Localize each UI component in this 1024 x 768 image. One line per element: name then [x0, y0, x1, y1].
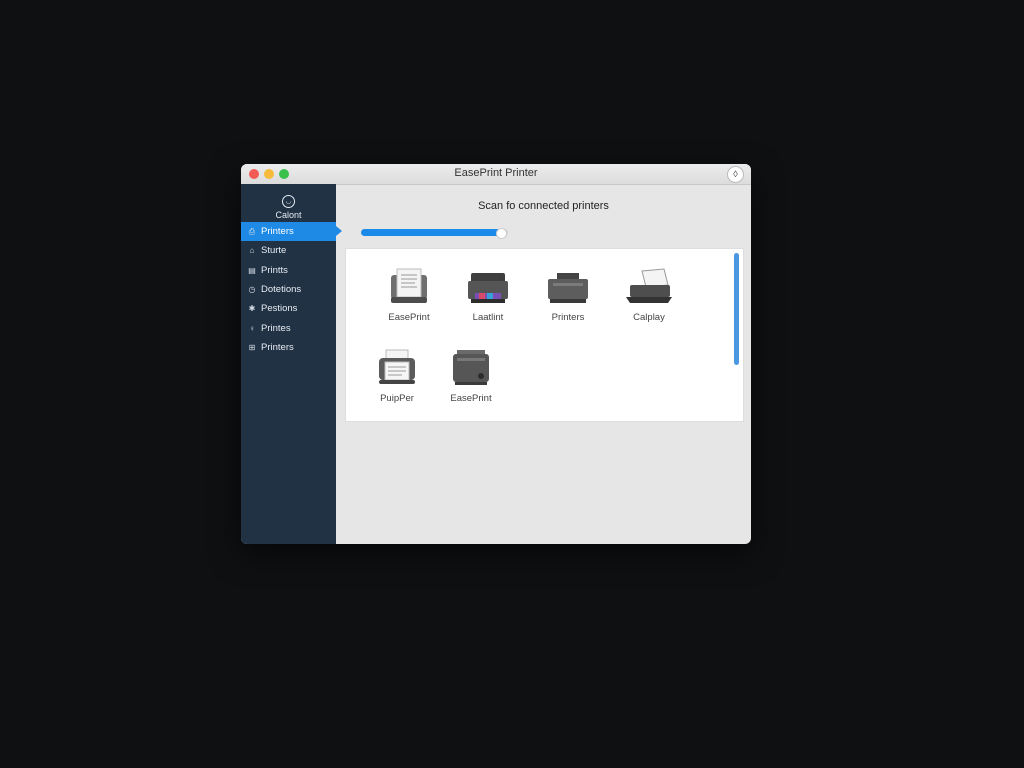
- account-label: Calont: [275, 210, 302, 220]
- progress-fill: [361, 229, 501, 236]
- account-section[interactable]: ◡ Calont: [241, 184, 336, 222]
- printer-label: EasePrint: [388, 312, 430, 323]
- window-title: EasePrint Printer: [454, 167, 538, 179]
- scanner-printer-icon: [626, 268, 672, 303]
- grid-icon: ⊞: [248, 342, 256, 352]
- laser-printer-icon: [548, 273, 588, 303]
- printer-tile[interactable]: PuipPer: [362, 348, 432, 404]
- star-icon: ✱: [248, 304, 256, 314]
- main-content: Scan fo connected printers EasePrint Laa…: [336, 184, 751, 544]
- printer-tile[interactable]: Laatlint: [453, 267, 523, 323]
- printer-grid: EasePrint Laatlint Printers Calplay Puip…: [345, 248, 744, 422]
- printer-icon: ⎙: [248, 227, 256, 237]
- printer-tile[interactable]: EasePrint: [374, 267, 444, 323]
- sidebar-item-label: Printes: [261, 322, 291, 334]
- inkjet-printer-icon: [468, 273, 508, 303]
- printer-tile[interactable]: Printers: [533, 267, 603, 323]
- scan-heading: Scan fo connected printers: [478, 200, 609, 212]
- progress-knob[interactable]: [495, 228, 507, 239]
- info-icon[interactable]: ◊: [727, 166, 744, 183]
- sidebar-item-label: Pestions: [261, 303, 298, 315]
- printer-tile[interactable]: EasePrint: [436, 348, 506, 404]
- document-icon: ▤: [248, 265, 256, 275]
- sidebar-item-label: Dotetions: [261, 284, 302, 296]
- printer-paper-icon: [379, 349, 415, 384]
- printer-label: EasePrint: [450, 393, 492, 404]
- printer-label: Calplay: [633, 312, 665, 323]
- title-bar: EasePrint Printer ◊: [241, 164, 751, 185]
- sidebar-item-sturte[interactable]: ⌂ Sturte: [241, 241, 336, 260]
- printer-label: Laatlint: [472, 312, 504, 323]
- office-printer-icon: [453, 350, 489, 385]
- sidebar-item-printers-list[interactable]: ⊞ Printers: [241, 338, 336, 357]
- printer-document-icon: [391, 268, 427, 303]
- app-window: EasePrint Printer ◊ ◡ Calont ⎙ Printers …: [241, 164, 751, 544]
- sidebar-item-printes[interactable]: ♀ Printes: [241, 318, 336, 337]
- home-icon: ⌂: [249, 246, 255, 256]
- printer-label: Printers: [551, 312, 585, 323]
- sidebar-item-dotetions[interactable]: ◷ Dotetions: [241, 280, 336, 299]
- sidebar-item-label: Printers: [261, 226, 294, 238]
- sidebar-item-label: Sturte: [261, 245, 287, 257]
- printer-label: PuipPer: [380, 393, 414, 404]
- account-icon: ◡: [282, 195, 295, 208]
- printer-tile[interactable]: Calplay: [614, 267, 684, 323]
- scrollbar[interactable]: [734, 253, 739, 365]
- clock-icon: ◷: [248, 285, 256, 295]
- sidebar-item-label: Printers: [261, 341, 294, 353]
- user-icon: ♀: [249, 323, 255, 333]
- sidebar: ◡ Calont ⎙ Printers ⌂ Sturte ▤ Printts ◷…: [241, 184, 342, 544]
- sidebar-item-label: Printts: [261, 264, 288, 276]
- sidebar-item-pestions[interactable]: ✱ Pestions: [241, 299, 336, 318]
- sidebar-nav: ⎙ Printers ⌂ Sturte ▤ Printts ◷ Dotetion…: [241, 222, 342, 357]
- sidebar-item-printers[interactable]: ⎙ Printers: [241, 222, 342, 242]
- scan-progress-bar: [361, 228, 508, 239]
- sidebar-item-printts[interactable]: ▤ Printts: [241, 261, 336, 280]
